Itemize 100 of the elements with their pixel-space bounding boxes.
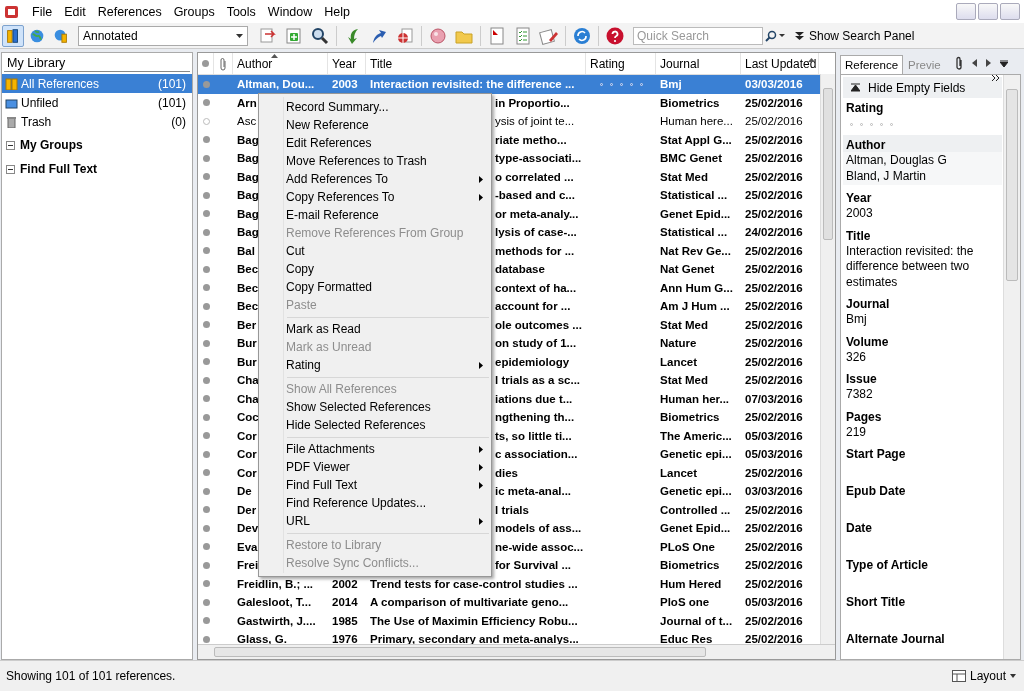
table-cell: Bec bbox=[237, 300, 259, 313]
table-cell: Eva bbox=[237, 540, 258, 553]
menu-item[interactable]: E-mail Reference bbox=[259, 206, 491, 224]
vertical-scrollbar[interactable] bbox=[820, 74, 835, 645]
magnifier-icon[interactable] bbox=[310, 25, 330, 46]
menu-item[interactable]: Groups bbox=[167, 2, 221, 21]
column-header[interactable]: Last Updated bbox=[745, 56, 817, 71]
menu-item[interactable]: New Reference bbox=[259, 116, 491, 134]
table-cell: l trials bbox=[495, 503, 529, 516]
group-header[interactable]: Find Full Text bbox=[2, 155, 192, 179]
table-cell: or meta-analy... bbox=[495, 207, 579, 220]
globe-page-icon[interactable] bbox=[395, 25, 415, 46]
menu-item[interactable]: Find Reference Updates... bbox=[259, 494, 491, 512]
expand-panel-icon[interactable] bbox=[992, 75, 1000, 81]
horizontal-scrollbar[interactable] bbox=[198, 644, 835, 659]
sort-arrow-icon bbox=[271, 54, 278, 58]
menu-item[interactable]: Record Summary... bbox=[259, 98, 491, 116]
field-value[interactable]: 7382 bbox=[846, 387, 999, 403]
field-value[interactable]: Altman, Douglas G bbox=[846, 153, 999, 169]
menu-item[interactable]: Hide Selected References bbox=[259, 416, 491, 434]
submenu-arrow-icon bbox=[479, 193, 483, 201]
tab[interactable]: Reference bbox=[840, 55, 904, 74]
field-label: Rating bbox=[846, 101, 884, 115]
menu-item[interactable]: Mark as Read bbox=[259, 320, 491, 338]
read-status-icon bbox=[202, 210, 210, 218]
caret-icon[interactable] bbox=[236, 33, 243, 38]
add-page-icon[interactable] bbox=[284, 25, 304, 46]
menu-item[interactable]: Rating bbox=[259, 356, 491, 374]
checklist-icon[interactable] bbox=[513, 25, 533, 46]
folder-icon bbox=[5, 96, 18, 109]
menu-item[interactable]: References bbox=[91, 2, 168, 21]
table-cell: 25/02/2016 bbox=[745, 503, 803, 516]
table-cell: Genet Epid... bbox=[660, 207, 731, 220]
menu-item[interactable]: Edit bbox=[58, 2, 92, 21]
next-icon[interactable] bbox=[985, 59, 991, 67]
caret-icon[interactable] bbox=[779, 34, 785, 37]
show-search-panel-button[interactable]: Show Search Panel bbox=[793, 26, 917, 45]
table-cell: iations due t... bbox=[495, 392, 573, 405]
table-cell: type-associati... bbox=[495, 152, 582, 165]
page-arrow-icon[interactable] bbox=[258, 25, 278, 46]
column-header[interactable]: Rating bbox=[590, 56, 625, 71]
menu-item[interactable]: Tools bbox=[220, 2, 262, 21]
table-cell: Altman, Dou... bbox=[237, 78, 315, 91]
menu-item[interactable]: Copy Formatted bbox=[259, 278, 491, 296]
search-field[interactable]: Quick Search bbox=[633, 26, 763, 45]
help-icon[interactable] bbox=[605, 25, 625, 46]
style-dropdown[interactable]: Annotated bbox=[78, 25, 248, 46]
column-header[interactable]: Journal bbox=[660, 56, 700, 71]
menu-item[interactable]: File bbox=[26, 2, 59, 21]
menu-item[interactable]: Add References To bbox=[259, 170, 491, 188]
field-value[interactable]: 326 bbox=[846, 349, 999, 365]
column-header[interactable]: Author bbox=[237, 56, 273, 71]
menu-item[interactable]: PDF Viewer bbox=[259, 458, 491, 476]
sidebar-item[interactable]: All References (101) bbox=[2, 74, 192, 93]
paperclip-icon[interactable] bbox=[954, 56, 963, 70]
vertical-scrollbar[interactable] bbox=[1003, 75, 1020, 659]
hide-empty-fields-button[interactable]: Hide Empty Fields bbox=[843, 77, 1002, 98]
group-header[interactable]: My Groups bbox=[2, 131, 192, 155]
menu-item[interactable]: File Attachments bbox=[259, 440, 491, 458]
field-value[interactable]: Bland, J Martin bbox=[846, 168, 999, 184]
menu-item[interactable]: Window bbox=[261, 2, 319, 21]
menu-item[interactable]: Show Selected References bbox=[259, 398, 491, 416]
pdf-page-icon[interactable] bbox=[487, 25, 507, 46]
menu-item[interactable]: URL bbox=[259, 512, 491, 530]
table-cell: Ber bbox=[237, 318, 257, 331]
dropdown-icon[interactable] bbox=[999, 59, 1008, 67]
read-status-icon bbox=[202, 487, 210, 495]
menu-item[interactable]: Copy References To bbox=[259, 188, 491, 206]
field-value[interactable]: Bmj bbox=[846, 312, 999, 328]
menu-item[interactable]: Cut bbox=[259, 242, 491, 260]
menu-item[interactable]: Edit References bbox=[259, 134, 491, 152]
layout-button[interactable]: Layout bbox=[949, 667, 1018, 685]
table-cell: 2002 bbox=[332, 577, 358, 590]
field-value[interactable]: Interaction revisited: the difference between two estimates bbox=[846, 243, 999, 290]
app-logo[interactable] bbox=[4, 3, 20, 20]
collapse-icon[interactable] bbox=[6, 164, 15, 174]
table-cell: Educ Res bbox=[660, 633, 713, 646]
menu-item[interactable]: Find Full Text bbox=[259, 476, 491, 494]
read-status-icon bbox=[202, 580, 210, 588]
column-header[interactable]: Title bbox=[370, 56, 393, 71]
field-value[interactable]: 2003 bbox=[846, 206, 999, 222]
previous-icon[interactable] bbox=[971, 59, 977, 67]
sidebar-item[interactable]: Trash (0) bbox=[2, 112, 192, 131]
menu-item[interactable]: Move References to Trash bbox=[259, 152, 491, 170]
table-cell: Bag bbox=[237, 170, 259, 183]
field-value[interactable]: 219 bbox=[846, 424, 999, 440]
table-cell: ne-wide assoc... bbox=[495, 540, 584, 553]
table-cell: Bmj bbox=[660, 78, 682, 91]
column-header[interactable]: Year bbox=[332, 56, 357, 71]
collapse-icon[interactable] bbox=[6, 140, 15, 150]
menu-item[interactable]: Help bbox=[318, 2, 356, 21]
menu-item[interactable]: Copy bbox=[259, 260, 491, 278]
search-icon[interactable] bbox=[765, 29, 777, 42]
sync-icon[interactable] bbox=[572, 25, 592, 46]
sidebar-item[interactable]: Unfiled (101) bbox=[2, 93, 192, 112]
table-cell: database bbox=[495, 263, 545, 276]
table-cell: 25/02/2016 bbox=[745, 577, 803, 590]
table-cell: The Use of Maximin Efficiency Robu... bbox=[370, 614, 578, 627]
read-status-icon bbox=[202, 413, 210, 421]
sphere-icon[interactable] bbox=[428, 25, 448, 46]
